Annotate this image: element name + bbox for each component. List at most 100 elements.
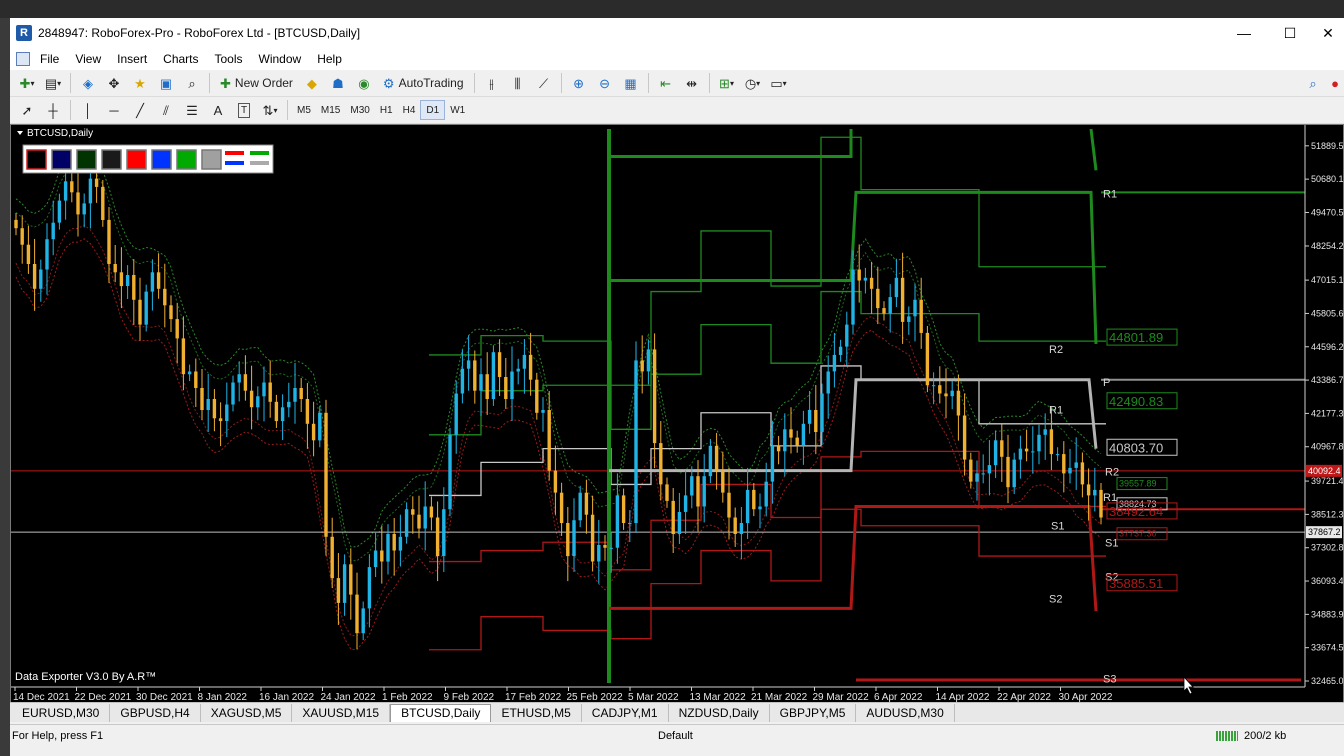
candle-body [814,410,818,432]
close-button[interactable]: ✕ [1312,18,1344,48]
btcusd-chart[interactable]: 51889.5 50680.1 49470.5 48254.2 47015.1 45805… [11,125,1343,703]
tab-nzdusd-daily[interactable]: NZDUSD,Daily [669,703,770,722]
y-tick-label: 40967.8 [1311,442,1343,452]
tab-ethusd-m5[interactable]: ETHUSD,M5 [491,703,582,722]
maximize-button[interactable]: ☐ [1268,18,1312,48]
menu-charts[interactable]: Charts [155,52,206,66]
arrows-tool[interactable]: ⇅ ▾ [259,99,281,121]
y-tick-label: 37302.8 [1311,543,1343,553]
minimize-button[interactable]: — [1222,18,1266,48]
menu-tools[interactable]: Tools [207,52,251,66]
line-chart-button[interactable]: ⟋ [533,72,555,94]
menu-view[interactable]: View [67,52,109,66]
tab-cadjpy-m1[interactable]: CADJPY,M1 [582,703,669,722]
chart-shift-button[interactable]: ⇹ [681,72,703,94]
terminal-button[interactable]: ▣ [155,72,177,94]
timeframe-h4[interactable]: H4 [398,100,421,120]
toolbar-separator [70,100,71,120]
cursor-tool[interactable]: ➚ [16,99,38,121]
timeframe-w1[interactable]: W1 [445,100,470,120]
signals-button[interactable]: ☗ [327,72,349,94]
timeframe-m5[interactable]: M5 [292,100,316,120]
zoom-in-icon: ⊕ [573,75,584,91]
menu-file[interactable]: File [32,52,67,66]
candle-body [690,476,694,496]
candle-body [262,382,266,397]
palette-swatch [26,149,47,170]
candle-body [1086,484,1091,496]
tile-windows-icon: ▦ [624,75,637,91]
timeframe-m30[interactable]: M30 [345,100,374,120]
candle-body [640,360,644,372]
candle-body [838,346,843,355]
tab-gbpjpy-m5[interactable]: GBPJPY,M5 [770,703,857,722]
candlesticks-button[interactable]: ⫼ [507,72,529,94]
candle-body [807,410,812,424]
tab-eurusd-m30[interactable]: EURUSD,M30 [12,703,111,722]
candle-body [206,399,210,410]
navigator-button[interactable]: ★ [129,72,151,94]
periods-button[interactable]: ◷ ▾ [742,72,764,94]
connection-status[interactable]: 200/2 kb [1216,730,1286,742]
meta-editor-button[interactable]: ◆ [301,72,323,94]
bid-price-tag: 37867.2 [1308,527,1341,537]
profiles-button[interactable]: ▤ ▾ [42,72,64,94]
data-window-button[interactable]: ✥ [103,72,125,94]
tab-xagusd-m5[interactable]: XAGUSD,M5 [201,703,293,722]
zoom-out-button[interactable]: ⊖ [594,72,616,94]
menu-window[interactable]: Window [251,52,310,66]
palette-swatch-blue [225,161,244,165]
candle-body [758,506,762,510]
text-label-tool[interactable]: T [233,99,255,121]
channel-tool[interactable]: ⫽ [155,99,177,121]
community-button[interactable]: ◉ [353,72,375,94]
candle-body [101,186,105,220]
trendline-tool[interactable]: ╱ [129,99,151,121]
crosshair-tool[interactable]: ┼ [42,99,64,121]
price-box-value: 44801.89 [1109,330,1163,345]
new-order-button[interactable]: ✚ New Order [216,72,297,94]
candle-body [535,379,539,413]
zoom-in-button[interactable]: ⊕ [568,72,590,94]
tab-gbpusd-h4[interactable]: GBPUSD,H4 [110,703,201,722]
chart-window-icon[interactable] [16,52,30,66]
candle-body [894,277,899,298]
timeframe-d1[interactable]: D1 [420,100,446,120]
candle-body [26,244,31,264]
strategy-tester-button[interactable]: ⌕ [181,72,203,94]
notifications-button[interactable]: ● [1324,72,1344,94]
candle-body [473,360,477,391]
menu-help[interactable]: Help [309,52,350,66]
tab-btcusd-daily[interactable]: BTCUSD,Daily [390,703,492,722]
price-box-value: 42490.83 [1109,394,1163,409]
candle-body [931,385,936,387]
chart-window[interactable]: 51889.5 50680.1 49470.5 48254.2 47015.1 45805… [10,124,1344,714]
candle-body [993,440,998,466]
y-tick-label: 34883.9 [1311,609,1343,619]
tile-windows-button[interactable]: ▦ [620,72,642,94]
timeframe-m15[interactable]: M15 [316,100,345,120]
templates-button[interactable]: ▭ ▾ [768,72,790,94]
candle-body [404,509,409,537]
text-tool[interactable]: A [207,99,229,121]
autotrading-button[interactable]: ⚙ AutoTrading [379,72,468,94]
candle-body [1080,462,1085,485]
timeframe-h1[interactable]: H1 [375,100,398,120]
auto-scroll-button[interactable]: ⇤ [655,72,677,94]
toolbar-separator [560,73,562,93]
market-watch-button[interactable]: ◈ [77,72,99,94]
tab-audusd-m30[interactable]: AUDUSD,M30 [856,703,955,722]
horizontal-line-tool[interactable]: ─ [103,99,125,121]
toolbar-separator [287,100,288,120]
data-exporter-watermark: Data Exporter V3.0 By A.R™ [15,671,156,683]
bar-chart-button[interactable]: ⫲ [481,72,503,94]
fibonacci-tool[interactable]: ☰ [181,99,203,121]
new-chart-button[interactable]: ✚ ▾ [16,72,38,94]
menu-insert[interactable]: Insert [109,52,155,66]
tab-xauusd-m15[interactable]: XAUUSD,M15 [292,703,391,722]
candle-body [218,418,223,422]
search-button[interactable]: ⌕ [1302,72,1324,94]
candle-body [163,288,167,306]
vertical-line-tool[interactable]: │ [77,99,99,121]
indicators-button[interactable]: ⊞ ▾ [716,72,738,94]
